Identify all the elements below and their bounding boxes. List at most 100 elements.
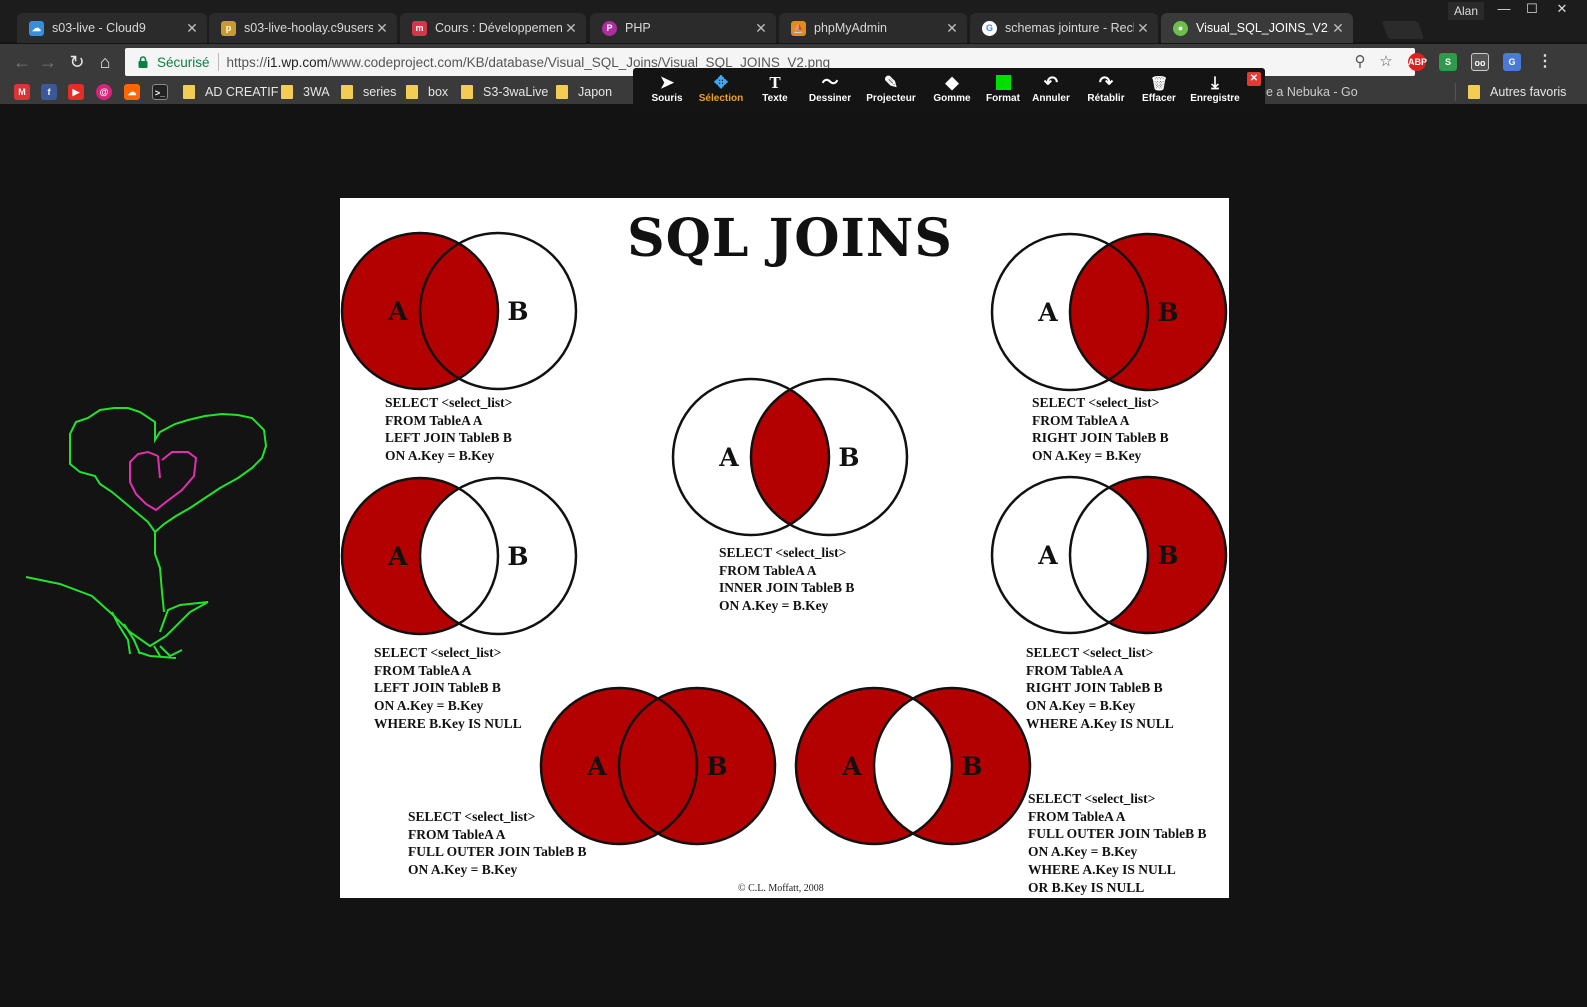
tool-draw[interactable]: 〜 Dessiner	[805, 73, 855, 109]
bookmark-folder[interactable]: S3-3waLive	[461, 83, 548, 101]
tool-selection[interactable]: ✥ Sélection	[695, 73, 747, 109]
tool-eraser[interactable]: ◆ Gomme	[929, 73, 975, 109]
zoom-icon[interactable]: ⚲	[1351, 53, 1369, 71]
spotlight-icon: ✎	[883, 73, 899, 92]
circle-a-label: A	[1037, 298, 1058, 327]
circle-a-label: A	[841, 752, 862, 781]
circle-a-label: A	[1037, 541, 1058, 570]
browser-window: ☁ s03-live - Cloud9 ✕ p s03-live-hoolay.…	[0, 0, 1587, 1007]
extension-oo-icon[interactable]: oo	[1471, 53, 1489, 71]
tool-label: Dessiner	[808, 93, 852, 104]
undo-icon: ↶	[1043, 73, 1059, 92]
adblock-icon[interactable]: ABP	[1408, 53, 1427, 71]
bookmark-app-icon[interactable]: @	[96, 84, 112, 100]
back-button[interactable]: ←	[10, 50, 34, 74]
facebook-icon[interactable]: f	[41, 84, 57, 100]
close-tab-icon[interactable]: ✕	[1134, 20, 1152, 37]
circle-b-label: B	[1157, 298, 1178, 327]
forward-button[interactable]: →	[36, 50, 60, 74]
tab-cours[interactable]: m Cours : Développement W ✕	[400, 13, 586, 43]
query-line: FROM TableA A	[1028, 808, 1126, 824]
eraser-icon: ◆	[945, 73, 959, 92]
venn-right-excluding-join: AB	[990, 475, 1228, 635]
bookmark-folder[interactable]: series	[341, 83, 396, 101]
tab-visual-sql-joins[interactable]: ● Visual_SQL_JOINS_V2.png ✕	[1161, 13, 1353, 43]
bookmark-label: box	[428, 85, 449, 99]
tool-spotlight[interactable]: ✎ Projecteur	[863, 73, 919, 109]
close-tab-icon[interactable]: ✕	[1329, 20, 1347, 37]
bookmark-folder[interactable]: 3WA	[281, 83, 330, 101]
tool-label: Projecteur	[866, 93, 916, 104]
close-tab-icon[interactable]: ✕	[562, 20, 580, 37]
close-tab-icon[interactable]: ✕	[373, 20, 391, 37]
url-scheme: https://	[226, 54, 268, 70]
query-line: OR B.Key IS NULL	[1028, 879, 1145, 895]
save-icon: ⤓	[1211, 73, 1219, 92]
bookmark-folder[interactable]: AD CREATIF	[183, 83, 278, 101]
terminal-icon[interactable]: >_	[152, 84, 168, 100]
maximize-button[interactable]: ☐	[1518, 0, 1546, 20]
bookmark-star-icon[interactable]: ☆	[1377, 53, 1395, 71]
query-line: FROM TableA A	[408, 826, 506, 842]
tool-format[interactable]: Format	[983, 73, 1023, 109]
close-window-button[interactable]: ✕	[1548, 0, 1576, 20]
query-left-excluding-join: SELECT <select_list> FROM TableA A LEFT JO…	[374, 644, 522, 733]
tab-php[interactable]: P PHP ✕	[590, 13, 776, 43]
extension-s-icon[interactable]: S	[1439, 53, 1457, 71]
query-line: SELECT <select_list>	[719, 545, 847, 560]
close-tab-icon[interactable]: ✕	[943, 20, 961, 37]
venn-outer-excluding-join: AB	[794, 686, 1032, 846]
translate-icon[interactable]: G	[1503, 53, 1521, 71]
query-outer-excluding-join: SELECT <select_list> FROM TableA A FULL OU…	[1028, 790, 1207, 896]
bookmark-folder[interactable]: box	[406, 83, 448, 101]
tool-clear[interactable]: 🗑 Effacer	[1139, 73, 1179, 109]
redo-icon: ↷	[1098, 73, 1114, 92]
reload-button[interactable]: ↻	[65, 50, 89, 74]
close-tab-icon[interactable]: ✕	[183, 20, 201, 37]
tool-mouse[interactable]: ➤ Souris	[647, 73, 687, 109]
bookmark-item[interactable]: e a Nebuka - Go	[1266, 83, 1358, 101]
cursor-icon: ➤	[659, 73, 675, 92]
soundcloud-icon[interactable]: ☁	[124, 84, 140, 100]
tool-text[interactable]: T Texte	[755, 73, 795, 109]
circle-b-label: B	[838, 443, 859, 472]
other-bookmarks[interactable]: Autres favoris	[1455, 83, 1566, 101]
tool-undo[interactable]: ↶ Annuler	[1031, 73, 1071, 109]
profile-button[interactable]: Alan	[1448, 2, 1484, 20]
tab-phpmyadmin[interactable]: ⛵ phpMyAdmin ✕	[779, 13, 967, 43]
tab-cloud9[interactable]: ☁ s03-live - Cloud9 ✕	[17, 13, 207, 43]
home-button[interactable]: ⌂	[93, 50, 117, 74]
query-line: FROM TableA A	[1032, 412, 1130, 428]
new-tab-button[interactable]	[1381, 21, 1425, 39]
annotation-toolbar: ➤ Souris ✥ Sélection T Texte 〜 Dessiner ✎ Pro…	[633, 68, 1265, 111]
tool-save[interactable]: ⤓ Enregistre	[1189, 73, 1241, 109]
query-line: FROM TableA A	[385, 412, 483, 428]
query-left-join: SELECT <select_list> FROM TableA A LEFT JO…	[385, 394, 512, 465]
query-right-excluding-join: SELECT <select_list> FROM TableA A RIGHT J…	[1026, 644, 1174, 733]
bookmark-label: AD CREATIF	[205, 85, 279, 99]
tab-c9users[interactable]: p s03-live-hoolay.c9users.io ✕	[209, 13, 397, 43]
tab-google-search[interactable]: G schemas jointure - Reche ✕	[970, 13, 1158, 43]
gmail-icon[interactable]: M	[14, 84, 30, 100]
query-line: SELECT <select_list>	[1032, 395, 1160, 410]
venn-left-excluding-join: AB	[340, 476, 578, 636]
bookmark-folder[interactable]: Japon	[556, 83, 612, 101]
close-tab-icon[interactable]: ✕	[752, 20, 770, 37]
query-line: ON A.Key = B.Key	[385, 448, 495, 464]
tool-label: Format	[986, 93, 1020, 104]
menu-icon[interactable]: ⋮	[1536, 53, 1554, 71]
tab-title: s03-live - Cloud9	[52, 21, 146, 35]
tab-title: Cours : Développement W	[435, 21, 562, 35]
sql-joins-image: ABABABABABABAB SQL JOINS SELECT <select_…	[340, 198, 1229, 898]
move-icon: ✥	[713, 73, 729, 92]
query-line: RIGHT JOIN TableB B	[1026, 680, 1163, 696]
circle-a-label: A	[586, 752, 607, 781]
minimize-button[interactable]: —	[1490, 0, 1518, 20]
query-line: WHERE A.Key IS NULL	[1028, 861, 1176, 877]
pma-icon: p	[221, 20, 236, 36]
bookmark-label: S3-3waLive	[483, 85, 549, 99]
close-annotation-button[interactable]: ✕	[1247, 72, 1261, 86]
bookmark-label: Japon	[578, 85, 613, 99]
tool-redo[interactable]: ↷ Rétablir	[1084, 73, 1128, 109]
youtube-icon[interactable]: ▶	[68, 84, 84, 100]
